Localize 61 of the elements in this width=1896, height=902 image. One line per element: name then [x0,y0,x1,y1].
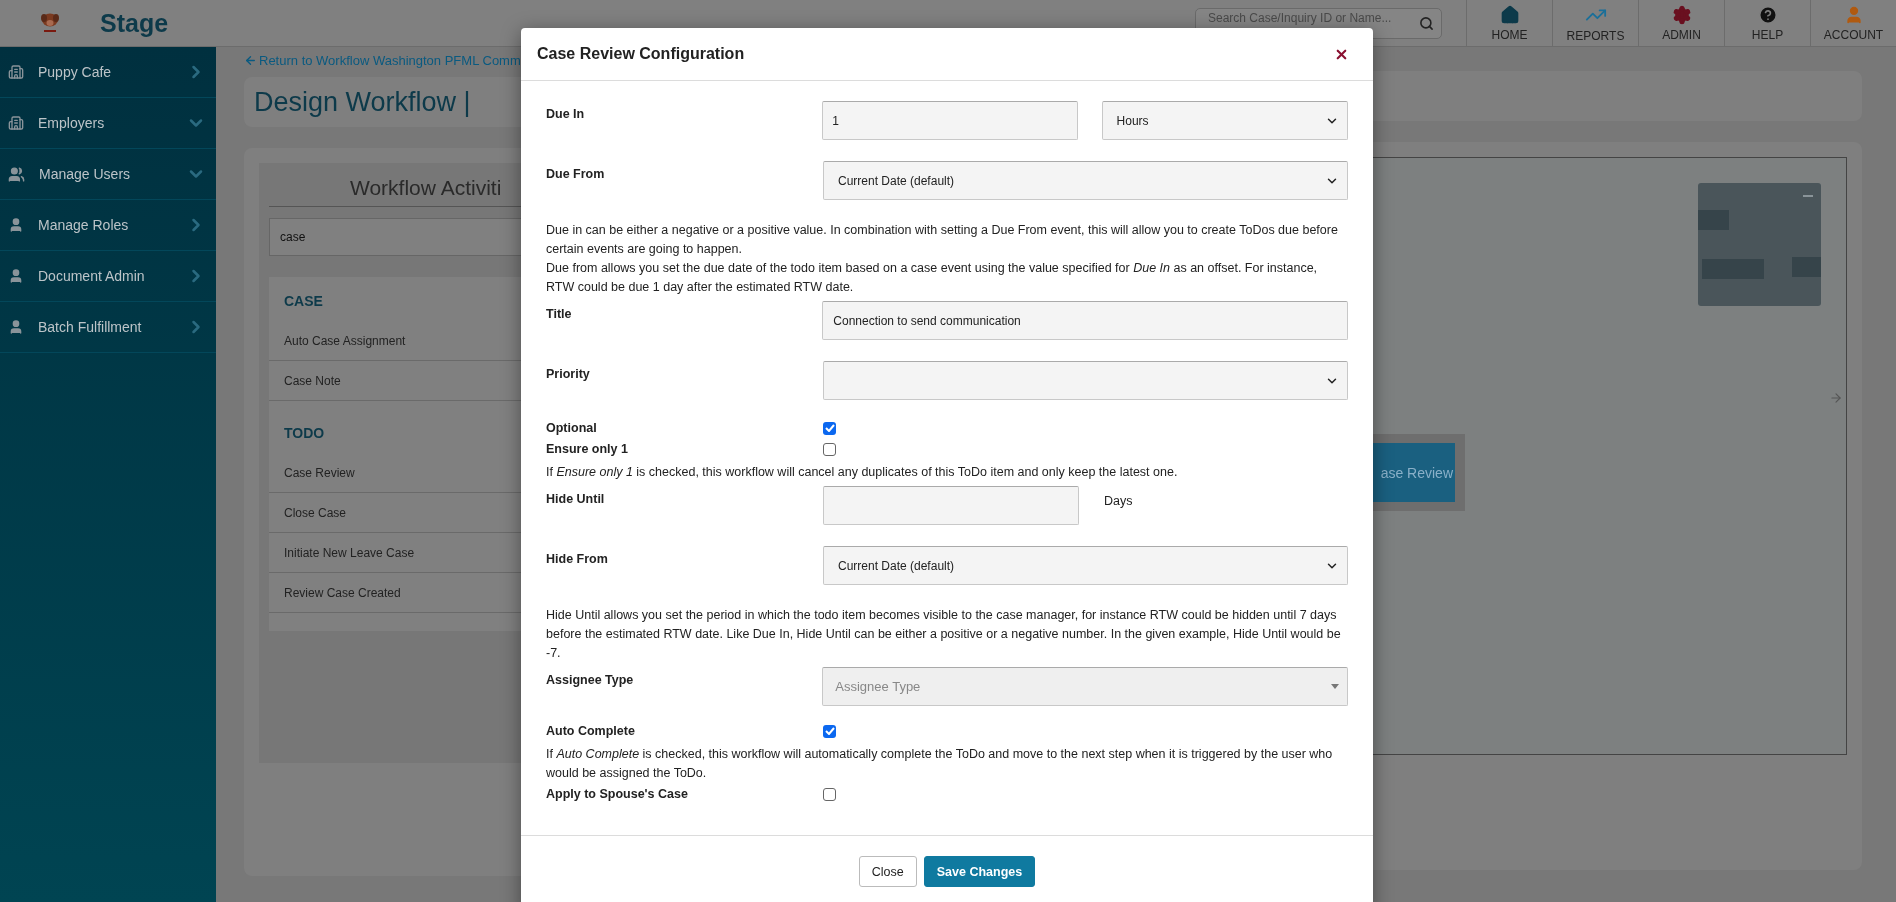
nav-item[interactable]: REPORTS [1552,0,1638,46]
group-title: CASE [283,292,324,311]
sidebar-item[interactable]: Manage Users [0,149,216,200]
arrow-left-icon [244,53,257,67]
filter-field[interactable]: case [269,218,521,256]
logo-icon [40,12,60,34]
caret-icon [1331,684,1339,689]
sidebar-item[interactable]: Batch Fulfillment [0,302,216,353]
help-text: Due in can be either a negative or a positive value. In combination with setting a Due From event, this will allow you to create ToDos due before certain events are going to happen. [546,222,1339,258]
modal-title: Case Review Configuration [537,45,745,63]
sidebar-item[interactable]: Document Admin [0,251,216,302]
assignee-select[interactable]: Assignee Type [822,667,1348,706]
group-title: TODO [283,424,326,443]
building-icon [8,64,24,80]
sidebar-item[interactable]: Puppy Cafe [0,47,216,98]
field-label: Due In [546,106,586,121]
help-text: Due from allows you set the due date of the todo item based on a case event using the value specified for Due In as an offset. For instance, RTW could be due 1 day after the estimated RTW date. [546,260,1319,296]
nav-item[interactable]: HELP [1724,0,1810,46]
checkbox[interactable] [823,724,836,738]
nav-item[interactable]: ACCOUNT [1810,0,1896,46]
page-title: Design Workflow | [254,86,471,118]
settings-icon [1671,4,1692,25]
field-label: Assignee Type [546,672,635,687]
brand-name: Stage [100,7,169,39]
sidebar-item[interactable]: Manage Roles [0,200,216,251]
user-icon [8,217,24,233]
unit-label: Days [1104,493,1133,508]
user-icon [8,319,24,335]
help-text: If Ensure only 1 is checked, this workflow will cancel any duplicates of this ToDo item and only keep the latest one. [546,464,1179,481]
dropdown-select[interactable]: Current Date (default) [823,161,1348,200]
help-text: Hide Until allows you set the period in which the todo item becomes visible to the case manager, for instance RTW could be hidden until 7 days before the estimated RTW date. Like Due In, Hide Until can be either a positive or a negative number. In the given example, Hide Until would be -7. [546,607,1342,662]
field-label: Due From [546,166,606,181]
sidebar-item[interactable]: Employers [0,98,216,149]
field-label: Apply to Spouse's Case [546,787,689,801]
nav-item[interactable]: HOME [1466,0,1552,46]
unit-select[interactable]: Hours [1101,101,1348,140]
text-field[interactable]: Connection to send communication [822,301,1348,340]
field-label: Hide From [546,551,609,566]
checkbox[interactable] [823,442,836,456]
save-button[interactable]: Save Changes [923,856,1036,887]
dropdown-select[interactable]: Current Date (default) [823,546,1348,585]
building-icon [8,115,24,131]
field-label: Auto Complete [546,724,636,738]
home-icon [1499,4,1520,25]
workflow-node[interactable]: ase Review [1373,443,1455,502]
field-label: Ensure only 1 [546,442,629,456]
help-icon [1757,4,1778,25]
nav-item[interactable]: ADMIN [1638,0,1724,46]
field-label: Title [546,306,573,321]
field-label: Optional [546,421,598,435]
number-field[interactable] [823,486,1079,525]
checkbox[interactable] [823,421,836,435]
close-button[interactable]: Close [858,856,917,887]
user-icon [8,268,24,284]
field-label: Priority [546,366,591,381]
checkbox[interactable] [823,787,836,801]
field-label: Hide Until [546,491,606,506]
number-field[interactable]: 1 [822,101,1078,140]
help-text: If Auto Complete is checked, this workflow will automatically complete the ToDo and move to the next step when it is triggered by the user who would be assigned the ToDo. [546,746,1334,782]
users-icon [8,165,25,183]
search-icon [1419,15,1434,31]
